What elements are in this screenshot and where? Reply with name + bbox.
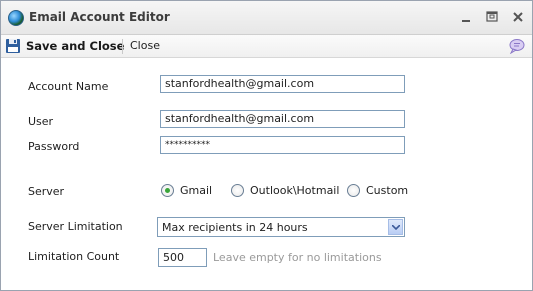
server-option-gmail[interactable]: Gmail: [161, 184, 212, 197]
floppy-disk-icon: [6, 39, 20, 53]
limitation-count-input[interactable]: 500: [158, 248, 207, 267]
server-option-label: Outlook\Hotmail: [250, 184, 340, 197]
globe-icon: [8, 10, 24, 26]
email-account-editor-window: Email Account Editor Save and Close Clos…: [0, 0, 533, 291]
server-limitation-dropdown[interactable]: Max recipients in 24 hours: [157, 217, 405, 237]
save-and-close-label: Save and Close: [26, 39, 125, 53]
window-title: Email Account Editor: [29, 10, 170, 24]
title-bar[interactable]: Email Account Editor: [1, 1, 532, 35]
toolbar: Save and Close Close: [1, 35, 532, 58]
account-form: Account Name stanfordhealth@gmail.com Us…: [1, 58, 532, 290]
dropdown-arrow-button[interactable]: [388, 219, 403, 235]
server-option-label: Gmail: [180, 184, 213, 197]
radio-button-selected[interactable]: [161, 184, 174, 197]
user-input[interactable]: stanfordhealth@gmail.com: [160, 110, 405, 128]
account-name-input[interactable]: stanfordhealth@gmail.com: [160, 75, 405, 93]
save-and-close-button[interactable]: Save and Close: [5, 37, 124, 55]
server-option-label: Custom: [366, 184, 409, 197]
limitation-count-hint: Leave empty for no limitations: [213, 251, 382, 264]
password-input[interactable]: **********: [160, 136, 405, 154]
password-label: Password: [28, 140, 80, 153]
limitation-count-label: Limitation Count: [28, 250, 120, 263]
close-window-button[interactable]: [510, 9, 526, 25]
chevron-down-icon: [392, 225, 400, 230]
server-option-custom[interactable]: Custom: [347, 184, 408, 197]
radio-button[interactable]: [347, 184, 360, 197]
server-label: Server: [28, 185, 65, 198]
server-limitation-label: Server Limitation: [28, 220, 123, 233]
account-name-label: Account Name: [28, 80, 109, 93]
minimize-button[interactable]: [458, 9, 474, 25]
user-label: User: [28, 115, 54, 128]
server-option-outlook-hotmail[interactable]: Outlook\Hotmail: [231, 184, 339, 197]
close-button[interactable]: Close: [130, 39, 160, 52]
toolbar-separator: [122, 39, 123, 54]
speech-bubble-icon[interactable]: [508, 38, 525, 54]
server-limitation-value: Max recipients in 24 hours: [162, 221, 308, 234]
radio-button[interactable]: [231, 184, 244, 197]
maximize-button[interactable]: [484, 9, 500, 25]
